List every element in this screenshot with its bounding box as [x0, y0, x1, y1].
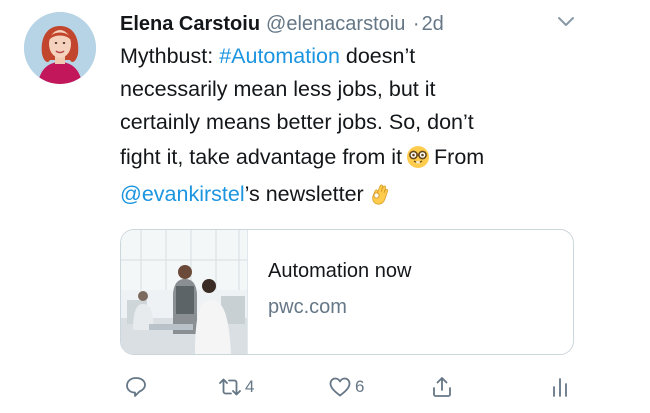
avatar[interactable]: [24, 12, 96, 84]
tweet-line: Mythbust: #Automation doesn’t: [120, 40, 580, 73]
tweet-text: Mythbust: #Automation doesn’t necessaril…: [120, 40, 580, 213]
retweet-icon: [218, 375, 242, 399]
separator-dot: ·: [412, 13, 420, 35]
author-handle[interactable]: @elenacarstoiu: [266, 13, 405, 35]
text-segment: Mythbust:: [120, 44, 220, 68]
share-icon: [430, 375, 454, 399]
like-count: 6: [355, 377, 365, 396]
tweet-line: certainly means better jobs. So, don’t: [120, 110, 474, 134]
tweet-actions: 4 6: [120, 372, 580, 402]
card-domain: pwc.com: [268, 296, 347, 318]
tweet[interactable]: Elena Carstoiu @elenacarstoiu · 2d Mythbus…: [0, 0, 650, 413]
hashtag-link[interactable]: #Automation: [219, 44, 340, 68]
card-title[interactable]: Automation now: [268, 260, 411, 283]
tweet-line: fight it, take advantage from it From: [120, 139, 580, 176]
analytics-button[interactable]: [548, 372, 572, 402]
nerd-face-emoji: [406, 145, 430, 169]
mention-link[interactable]: @evankirstel: [120, 182, 245, 206]
reply-icon: [124, 375, 148, 399]
text-segment: doesn’t: [339, 44, 416, 68]
text-segment: From: [434, 145, 485, 169]
timestamp[interactable]: 2d: [422, 13, 444, 35]
heart-icon: [328, 375, 352, 399]
reply-button[interactable]: [124, 372, 148, 402]
tweet-line: @evankirstel’s newsletter: [120, 176, 580, 213]
card-image[interactable]: [121, 230, 248, 354]
text-segment: fight it, take advantage from it: [120, 145, 403, 169]
like-button[interactable]: 6: [328, 372, 364, 402]
tweet-header: Elena Carstoiu @elenacarstoiu · 2d: [120, 10, 580, 38]
ok-hand-emoji: [368, 182, 392, 206]
share-button[interactable]: [430, 372, 454, 402]
link-preview-card[interactable]: Automation now pwc.com: [120, 229, 574, 355]
tweet-line: necessarily mean less jobs, but it: [120, 77, 436, 101]
chevron-down-icon[interactable]: [556, 14, 576, 30]
author-name[interactable]: Elena Carstoiu: [120, 13, 260, 35]
retweet-button[interactable]: 4: [218, 372, 254, 402]
analytics-icon: [548, 375, 572, 399]
text-segment: ’s newsletter: [244, 182, 364, 206]
retweet-count: 4: [245, 377, 255, 396]
